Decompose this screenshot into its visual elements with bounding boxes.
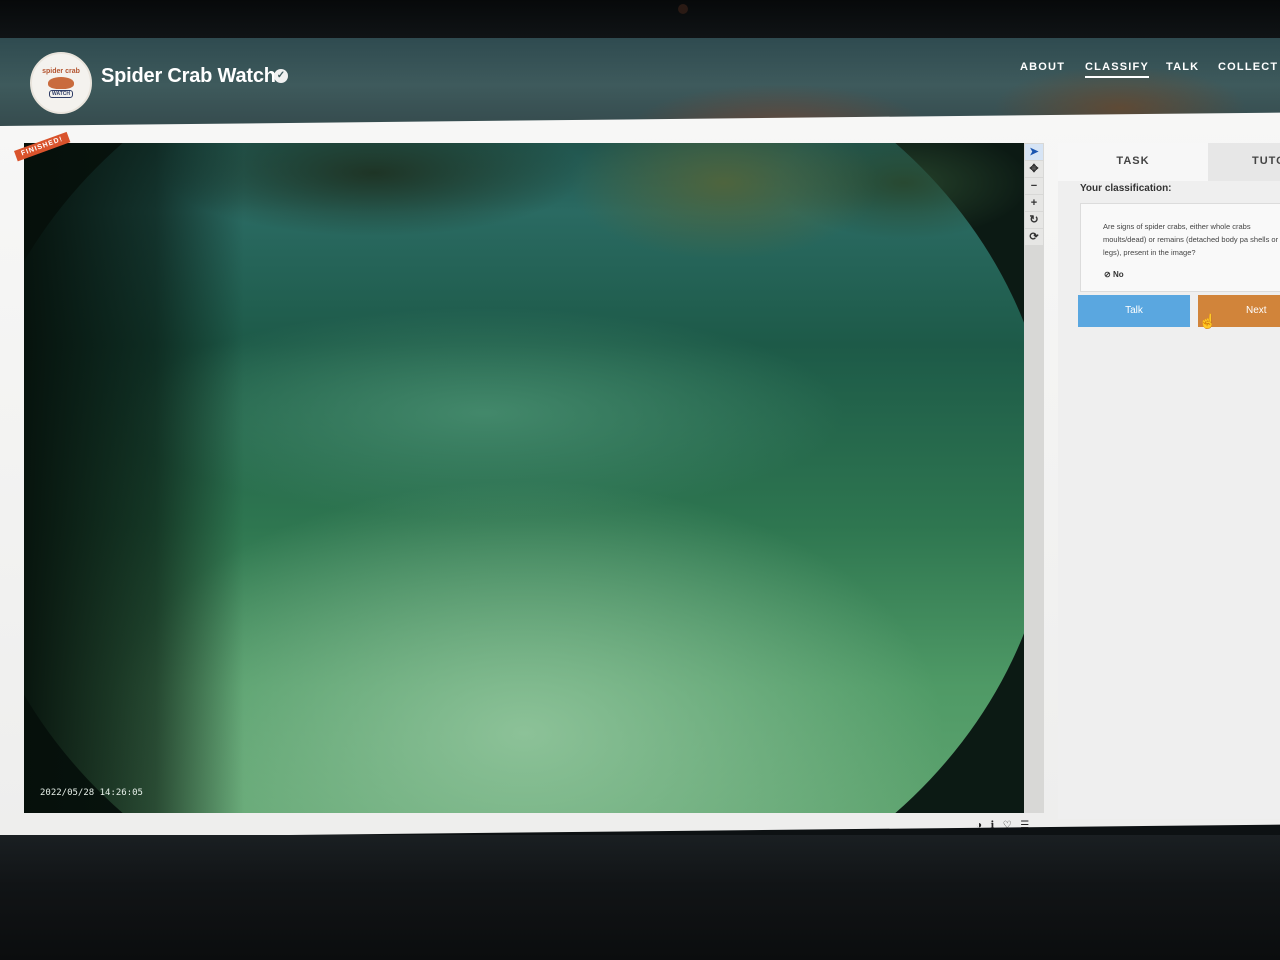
classification-summary: Are signs of spider crabs, either whole … — [1080, 203, 1280, 292]
nav-classify[interactable]: CLASSIFY — [1085, 61, 1149, 78]
classification-label: Your classification: — [1080, 183, 1172, 194]
pointer-icon[interactable]: ➤ — [1025, 144, 1043, 160]
site-logo[interactable]: spider crab WATCH — [30, 52, 92, 114]
nav-talk[interactable]: TALK — [1166, 61, 1199, 73]
screen-bezel-top — [0, 0, 1280, 40]
reset-icon[interactable]: ⟳ — [1025, 229, 1043, 245]
task-panel: TASK TUTO Your classification: Are signs… — [1058, 143, 1280, 819]
screen-bezel-bottom — [0, 835, 1280, 960]
rotate-icon[interactable]: ↻ — [1025, 212, 1043, 228]
zoom-in-icon[interactable]: + — [1025, 195, 1043, 211]
tab-task[interactable]: TASK — [1058, 143, 1208, 181]
verified-icon: ✓ — [274, 69, 288, 83]
main-nav: ABOUT CLASSIFY TALK COLLECT — [1020, 61, 1280, 85]
collection-icon[interactable]: ☰ — [1020, 820, 1029, 831]
subject-meta-bar: ◑ ℹ ♡ ☰ — [976, 815, 1033, 831]
zoom-out-icon[interactable]: − — [1025, 178, 1043, 194]
webcam-dot — [678, 4, 688, 14]
tab-tutorial[interactable]: TUTO — [1208, 143, 1280, 181]
question-text: Are signs of spider crabs, either whole … — [1103, 222, 1279, 257]
favorite-icon[interactable]: ♡ — [1003, 820, 1012, 831]
invert-icon[interactable]: ◑ — [976, 820, 982, 831]
talk-button[interactable]: Talk — [1078, 295, 1190, 327]
answer-label: No — [1112, 270, 1124, 279]
move-icon[interactable]: ✥ — [1025, 161, 1043, 177]
rock-shadow — [24, 143, 244, 813]
nav-collect[interactable]: COLLECT — [1218, 61, 1278, 73]
logo-text: spider crab — [42, 68, 80, 75]
crab-icon — [48, 77, 74, 89]
logo-sub: WATCH — [49, 90, 73, 98]
image-toolbar: ➤ ✥ − + ↻ ⟳ — [1024, 143, 1044, 813]
image-timestamp: 2022/05/28 14:26:05 — [40, 788, 143, 798]
hand-cursor-icon: ☝ — [1199, 313, 1217, 329]
nav-about[interactable]: ABOUT — [1020, 61, 1065, 73]
subject-image[interactable]: 2022/05/28 14:26:05 — [24, 143, 1024, 813]
task-tabs: TASK TUTO — [1058, 143, 1280, 181]
no-icon: ⊘ — [1104, 270, 1111, 279]
answer-value: ⊘ No — [1104, 270, 1124, 279]
site-title[interactable]: Spider Crab Watch — [101, 65, 276, 88]
info-icon[interactable]: ℹ — [991, 820, 995, 831]
